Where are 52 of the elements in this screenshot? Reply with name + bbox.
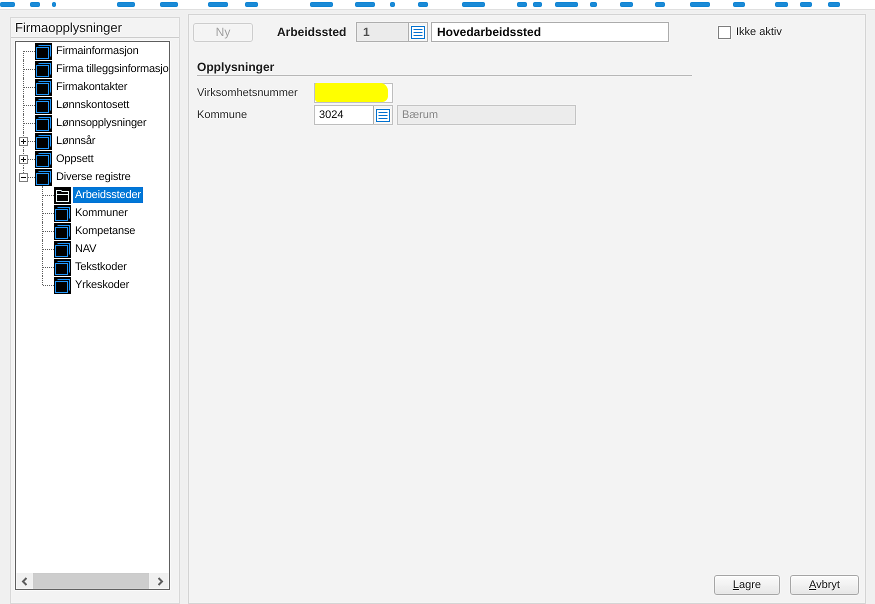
tree-item[interactable]: Diverse registre xyxy=(54,169,133,185)
lookup-button[interactable] xyxy=(373,106,392,124)
open-folder-icon xyxy=(54,186,71,204)
scrollbar-thumb[interactable] xyxy=(33,573,149,589)
tree-item[interactable]: Kompetanse xyxy=(73,223,138,239)
dialog-button[interactable]: Lagre xyxy=(714,575,780,595)
tree-item[interactable]: Kommuner xyxy=(73,205,130,221)
tree-item[interactable]: Tekstkoder xyxy=(73,259,129,275)
folder-icon xyxy=(35,42,52,60)
folder-icon xyxy=(35,78,52,96)
tree-item[interactable]: Firmainformasjon xyxy=(54,43,141,59)
list-icon xyxy=(411,26,425,38)
folder-icon xyxy=(35,168,52,186)
folder-icon xyxy=(35,114,52,132)
folder-icon xyxy=(35,132,52,150)
field-label: Arbeidssted xyxy=(277,25,348,39)
checkbox-label: Ikke aktiv xyxy=(736,26,782,38)
list-icon xyxy=(376,108,390,122)
expand-icon[interactable] xyxy=(19,137,28,146)
name-field[interactable]: Hovedarbeidssted xyxy=(431,22,669,42)
panel-title: Firmaopplysninger xyxy=(15,20,122,35)
horizontal-scrollbar[interactable] xyxy=(16,573,169,589)
dialog-button[interactable]: Avbryt xyxy=(790,575,859,595)
lookup-button[interactable] xyxy=(408,23,427,41)
folder-icon xyxy=(54,258,71,276)
folder-icon xyxy=(35,60,52,78)
tree-item[interactable]: Oppsett xyxy=(54,151,96,167)
folder-icon xyxy=(35,150,52,168)
folder-icon xyxy=(54,276,71,294)
tree-item[interactable]: Lønnsår xyxy=(54,133,98,149)
input-field[interactable]: 3024 xyxy=(314,105,393,125)
folder-icon xyxy=(54,222,71,240)
folder-icon xyxy=(54,204,71,222)
tree-item[interactable]: NAV xyxy=(73,241,98,257)
folder-icon xyxy=(54,240,71,258)
readonly-field: Bærum xyxy=(397,105,576,125)
tree-item[interactable]: Arbeidssteder xyxy=(73,187,143,203)
chevron-right-icon xyxy=(157,576,164,586)
field-label: Kommune xyxy=(197,109,248,121)
tree-item[interactable]: Lønnsopplysninger xyxy=(54,115,148,131)
section-title: Opplysninger xyxy=(197,60,274,74)
expand-icon[interactable] xyxy=(19,155,28,164)
number-field[interactable]: 1 xyxy=(356,22,428,42)
folder-icon xyxy=(35,96,52,114)
chevron-left-icon xyxy=(21,576,28,586)
checkbox[interactable] xyxy=(718,26,731,38)
tree-item[interactable]: Lønnskontosett xyxy=(54,97,132,113)
tree-item[interactable]: Firmakontakter xyxy=(54,79,130,95)
tree-item[interactable]: Yrkeskoder xyxy=(73,277,132,293)
tree-item[interactable]: Firma tilleggsinformasjo xyxy=(54,61,171,77)
field-label: Virksomhetsnummer xyxy=(197,87,299,99)
collapse-icon[interactable] xyxy=(19,173,28,182)
